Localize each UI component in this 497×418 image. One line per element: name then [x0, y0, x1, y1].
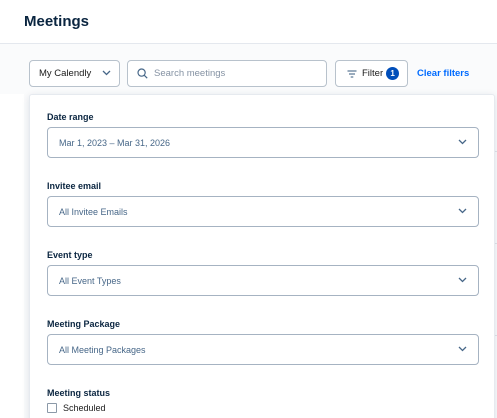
calendar-select-label: My Calendly [39, 68, 92, 79]
invitee-email-label: Invitee email [47, 181, 102, 191]
invitee-email-select[interactable]: All Invitee Emails [47, 196, 479, 227]
filter-count-badge: 1 [386, 67, 400, 80]
meeting-package-label: Meeting Package [47, 319, 121, 329]
date-range-value: Mar 1, 2023 – Mar 31, 2026 [59, 137, 171, 148]
event-type-select[interactable]: All Event Types [47, 265, 479, 296]
scheduled-checkbox[interactable] [47, 403, 57, 413]
page-header: Meetings [0, 0, 497, 44]
chevron-down-icon [458, 139, 467, 145]
search-input[interactable] [154, 68, 314, 79]
invitee-email-value: All Invitee Emails [59, 206, 128, 217]
meetings-page: Meetings My Calendly Filter 1 Clear [0, 0, 497, 418]
filter-panel: Date range Mar 1, 2023 – Mar 31, 2026 In… [29, 94, 495, 418]
filter-button[interactable]: Filter 1 [335, 60, 408, 87]
filter-icon [347, 69, 357, 78]
meeting-package-select[interactable]: All Meeting Packages [47, 334, 479, 365]
meeting-status-label: Meeting status [47, 388, 111, 398]
page-title: Meetings [24, 13, 90, 30]
search-box[interactable] [127, 60, 327, 87]
chevron-down-icon [458, 208, 467, 214]
date-range-select[interactable]: Mar 1, 2023 – Mar 31, 2026 [47, 127, 479, 158]
meeting-package-value: All Meeting Packages [59, 344, 146, 355]
chevron-down-icon [458, 346, 467, 352]
date-range-label: Date range [47, 112, 94, 122]
toolbar: My Calendly Filter 1 Clear filters [0, 44, 497, 94]
chevron-down-icon [102, 70, 111, 76]
event-type-value: All Event Types [59, 275, 121, 286]
calendar-select[interactable]: My Calendly [29, 60, 120, 87]
scheduled-label: Scheduled [63, 403, 106, 413]
search-icon [137, 68, 148, 79]
scheduled-option[interactable]: Scheduled [47, 403, 106, 413]
event-type-label: Event type [47, 250, 93, 260]
filter-button-label: Filter [362, 68, 384, 79]
clear-filters-link[interactable]: Clear filters [417, 68, 469, 79]
chevron-down-icon [458, 277, 467, 283]
